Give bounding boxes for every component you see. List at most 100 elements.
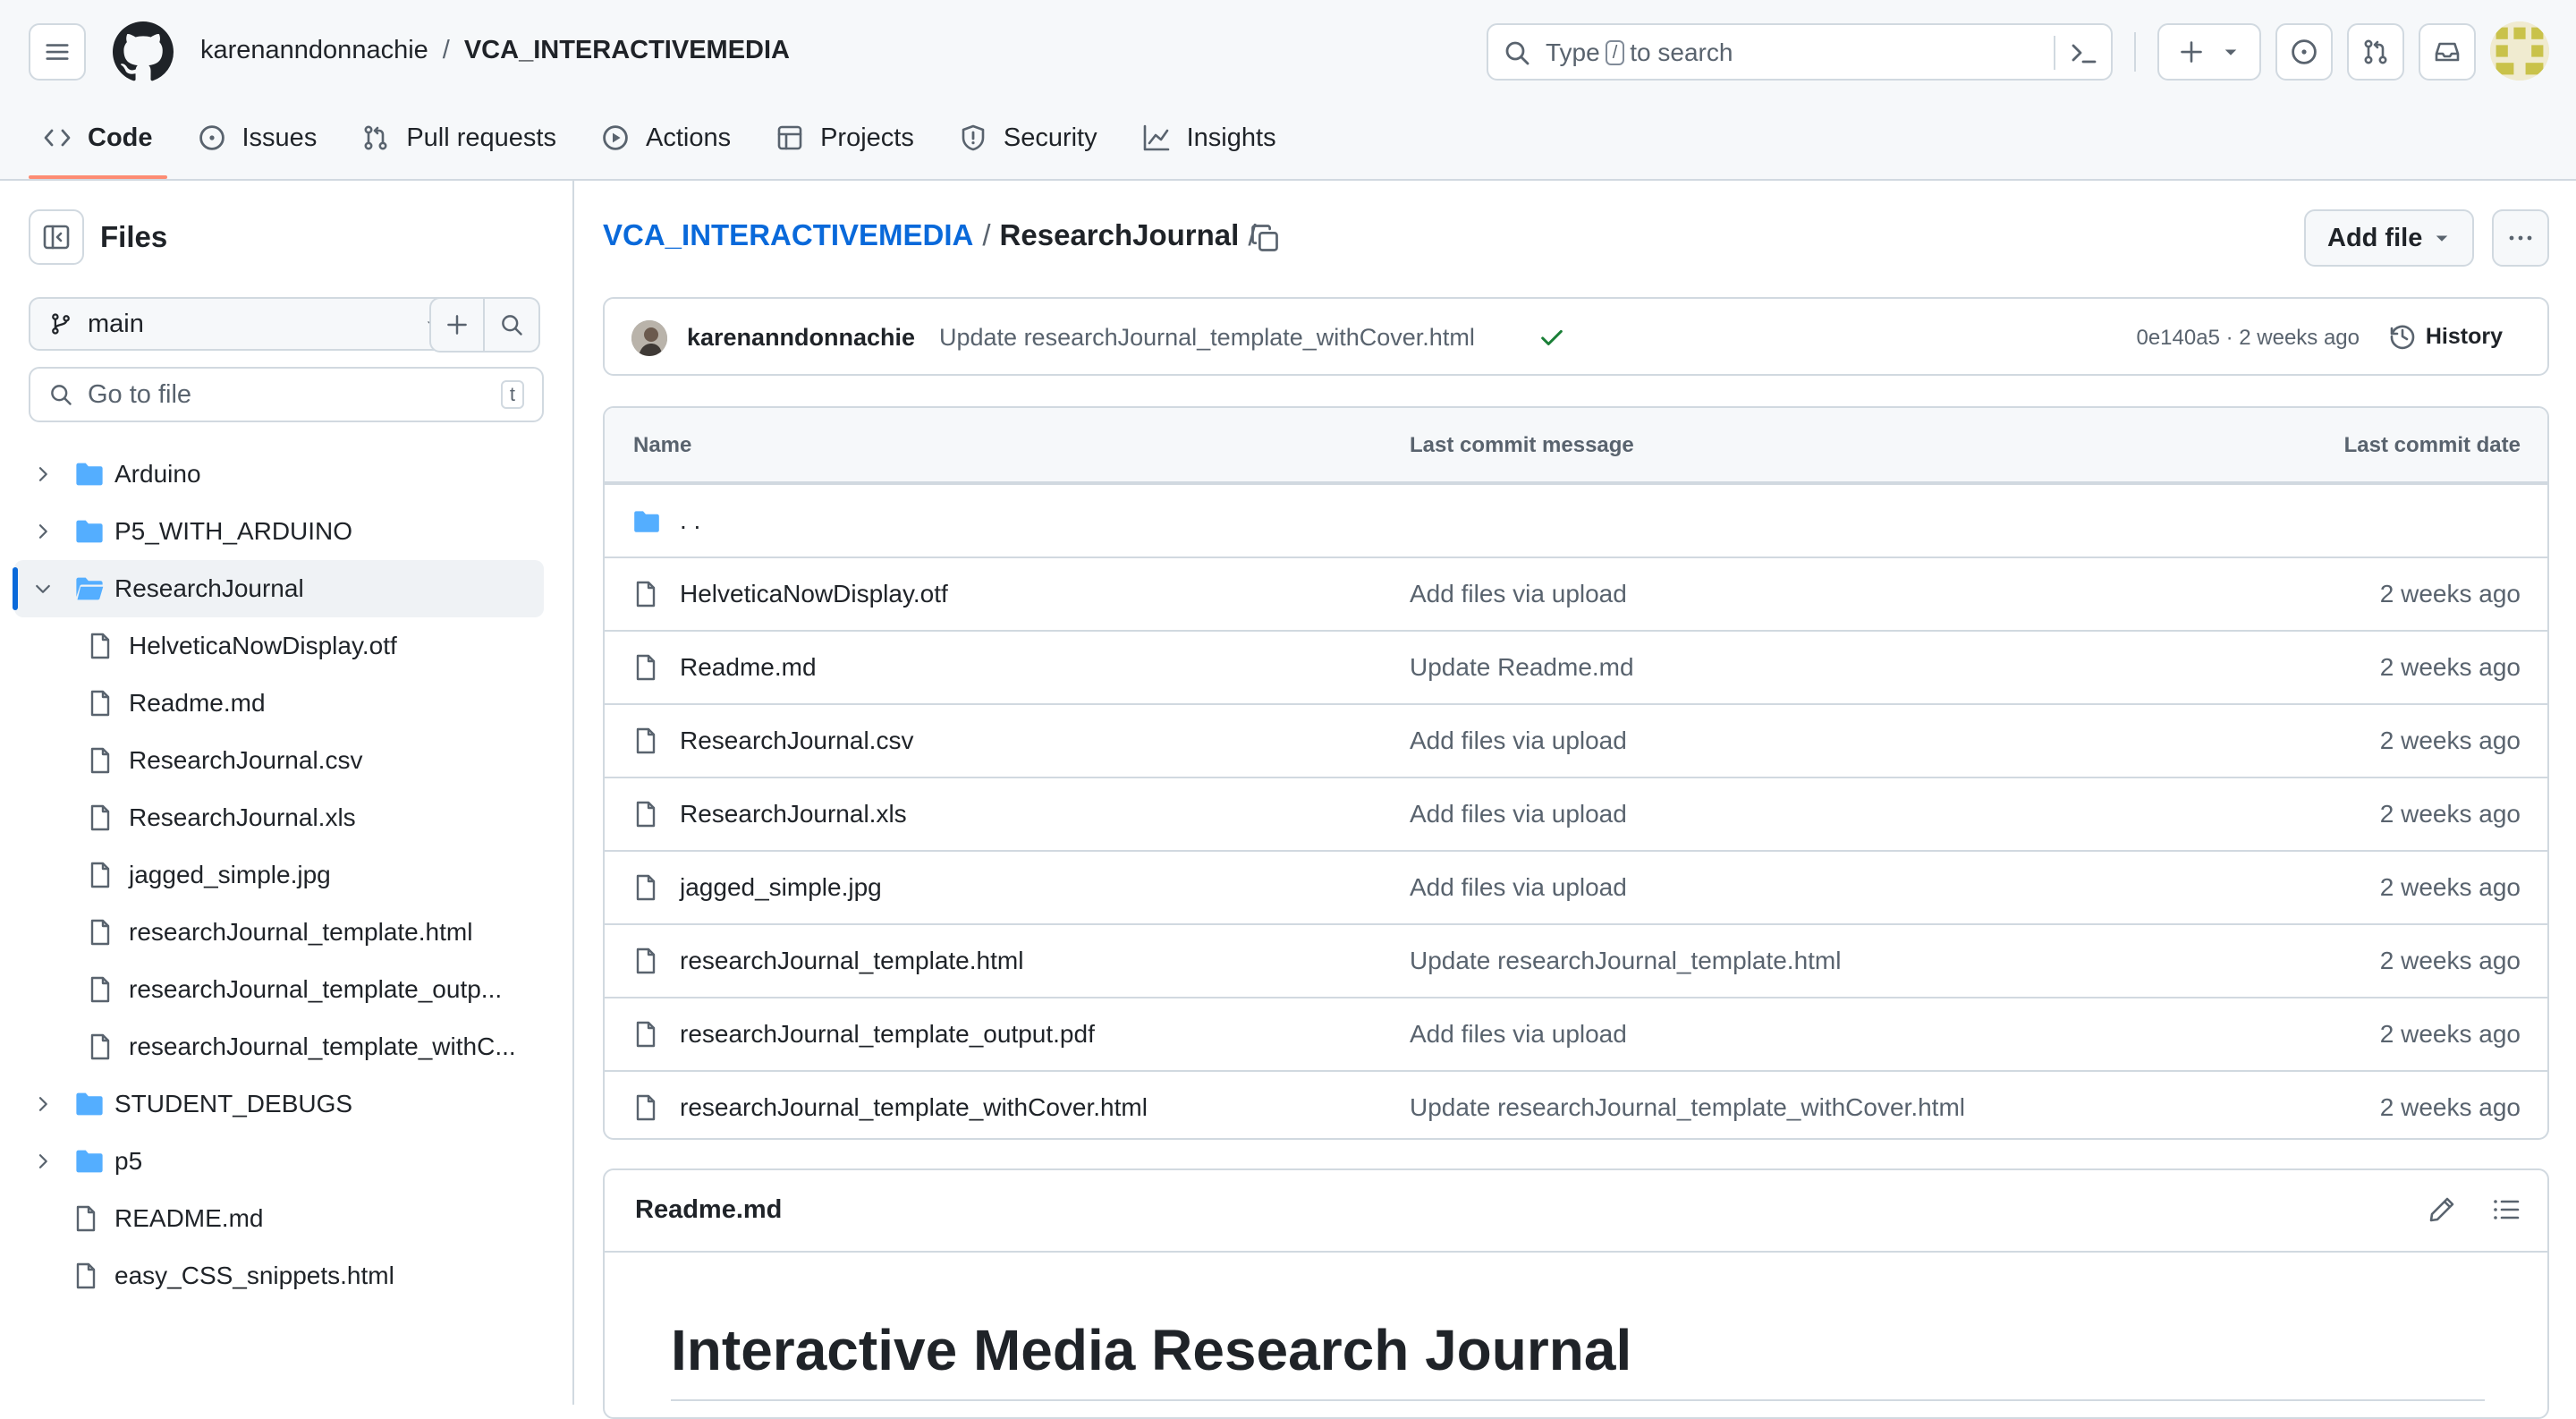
tree-item-p5-with-arduino[interactable]: P5_WITH_ARDUINO (14, 503, 544, 560)
chevron-down-icon[interactable] (32, 578, 54, 599)
tab-security[interactable]: Security (945, 111, 1112, 165)
readme-filename[interactable]: Readme.md (635, 1195, 782, 1225)
search-input[interactable]: Type / to search (1487, 23, 2113, 81)
file-icon (636, 654, 656, 681)
commit-author-avatar[interactable] (631, 320, 667, 356)
path-breadcrumb: VCA_INTERACTIVEMEDIA / ResearchJournal / (603, 218, 1266, 252)
branch-selector[interactable]: main (29, 297, 462, 351)
table-row[interactable]: ResearchJournal.xls Add files via upload… (605, 777, 2547, 850)
tab-label: Issues (242, 123, 318, 152)
tab-label: Projects (820, 123, 914, 152)
file-tree: Arduino P5_WITH_ARDUINO ResearchJournal … (13, 446, 544, 1304)
issue-icon (199, 125, 225, 150)
file-commit-message[interactable]: Add files via upload (1410, 1020, 1627, 1049)
file-name-link[interactable]: jagged_simple.jpg (680, 873, 882, 902)
tree-item-file[interactable]: jagged_simple.jpg (14, 846, 544, 904)
plus-icon (2181, 41, 2202, 63)
list-unordered-icon[interactable] (2492, 1195, 2521, 1224)
tab-pull-requests[interactable]: Pull requests (347, 111, 571, 165)
inbox-button[interactable] (2419, 23, 2476, 81)
pencil-icon[interactable] (2428, 1195, 2456, 1224)
tab-label: Actions (645, 123, 732, 152)
table-row[interactable]: researchJournal_template.html Update res… (605, 923, 2547, 997)
search-files-button[interactable] (485, 297, 540, 353)
copy-path-icon[interactable] (1249, 222, 1281, 254)
your-pull-requests-button[interactable] (2347, 23, 2404, 81)
tab-issues[interactable]: Issues (183, 111, 332, 165)
tree-item-file[interactable]: ResearchJournal.xls (14, 789, 544, 846)
file-name-link[interactable]: researchJournal_template_output.pdf (680, 1020, 1095, 1049)
file-commit-message[interactable]: Update researchJournal_template.html (1410, 947, 1841, 975)
file-commit-message[interactable]: Update Readme.md (1410, 653, 1634, 682)
command-palette-icon[interactable] (2070, 39, 2098, 68)
add-file-sidebar-button[interactable] (429, 297, 485, 353)
go-to-file-input[interactable]: Go to file t (29, 367, 544, 422)
chevron-right-icon[interactable] (32, 463, 54, 485)
file-name-link[interactable]: Readme.md (680, 653, 817, 682)
table-row[interactable]: jagged_simple.jpg Add files via upload 2… (605, 850, 2547, 923)
tree-item-file[interactable]: easy_CSS_snippets.html (14, 1247, 544, 1304)
file-commit-message[interactable]: Add files via upload (1410, 873, 1627, 902)
file-icon (76, 1262, 96, 1289)
tree-item-file[interactable]: researchJournal_template_outp... (14, 961, 544, 1018)
breadcrumb-repo-link[interactable]: VCA_INTERACTIVEMEDIA (603, 218, 973, 252)
more-options-button[interactable] (2492, 209, 2549, 267)
collapse-sidebar-button[interactable] (29, 209, 84, 265)
tree-item-file[interactable]: README.md (14, 1190, 544, 1247)
table-row[interactable]: HelveticaNowDisplay.otf Add files via up… (605, 557, 2547, 630)
create-new-button[interactable] (2157, 23, 2261, 81)
menu-button[interactable] (29, 23, 86, 81)
commit-meta[interactable]: 0e140a5 · 2 weeks ago (2136, 326, 2360, 351)
tree-item-researchjournal[interactable]: ResearchJournal (13, 560, 544, 617)
file-icon (636, 874, 656, 901)
tree-item-file[interactable]: researchJournal_template_withC... (14, 1018, 544, 1075)
branch-name: main (88, 309, 144, 338)
file-name-link[interactable]: ResearchJournal.xls (680, 800, 907, 828)
history-button[interactable]: History (2388, 322, 2503, 351)
tree-item-label: researchJournal_template_outp... (129, 975, 503, 1003)
tree-item-file[interactable]: HelveticaNowDisplay.otf (14, 617, 544, 675)
tree-item-label: STUDENT_DEBUGS (114, 1090, 353, 1117)
github-logo-icon[interactable] (113, 21, 174, 82)
tree-item-p5[interactable]: p5 (14, 1133, 544, 1190)
tree-item-file[interactable]: researchJournal_template.html (14, 904, 544, 961)
file-commit-message[interactable]: Add files via upload (1410, 800, 1627, 828)
check-icon[interactable] (1538, 324, 1565, 351)
tree-item-label: p5 (114, 1147, 143, 1175)
add-file-button[interactable]: Add file (2304, 209, 2474, 267)
tree-item-file[interactable]: ResearchJournal.csv (14, 732, 544, 789)
commit-author[interactable]: karenanndonnachie (687, 324, 915, 352)
chevron-right-icon[interactable] (32, 521, 54, 542)
tab-code[interactable]: Code (29, 111, 167, 179)
owner-link[interactable]: karenanndonnachie (200, 36, 428, 65)
parent-directory-row[interactable]: . . (605, 483, 2547, 557)
table-row[interactable]: researchJournal_template_output.pdf Add … (605, 997, 2547, 1070)
history-label: History (2425, 323, 2503, 349)
file-commit-message[interactable]: Update researchJournal_template_withCove… (1410, 1093, 1965, 1122)
file-icon (90, 804, 110, 831)
file-commit-message[interactable]: Add files via upload (1410, 580, 1627, 608)
tree-item-student-debugs[interactable]: STUDENT_DEBUGS (14, 1075, 544, 1133)
chevron-right-icon[interactable] (32, 1151, 54, 1172)
table-row[interactable]: Readme.md Update Readme.md 2 weeks ago (605, 630, 2547, 703)
parent-directory-link[interactable]: . . (680, 506, 700, 535)
tree-item-arduino[interactable]: Arduino (14, 446, 544, 503)
user-avatar[interactable] (2490, 21, 2549, 81)
repo-link[interactable]: VCA_INTERACTIVEMEDIA (464, 36, 790, 65)
commit-message[interactable]: Update researchJournal_template_withCove… (939, 324, 1475, 352)
file-name-link[interactable]: ResearchJournal.csv (680, 726, 913, 755)
tab-actions[interactable]: Actions (587, 111, 745, 165)
tab-projects[interactable]: Projects (761, 111, 928, 165)
file-name-link[interactable]: researchJournal_template_withCover.html (680, 1093, 1148, 1122)
tab-insights[interactable]: Insights (1128, 111, 1291, 165)
your-issues-button[interactable] (2275, 23, 2333, 81)
issue-opened-icon (2292, 39, 2317, 64)
chevron-right-icon[interactable] (32, 1093, 54, 1115)
file-commit-message[interactable]: Add files via upload (1410, 726, 1627, 755)
file-name-link[interactable]: researchJournal_template.html (680, 947, 1023, 975)
tree-item-file[interactable]: Readme.md (14, 675, 544, 732)
table-row[interactable]: ResearchJournal.csv Add files via upload… (605, 703, 2547, 777)
file-name-link[interactable]: HelveticaNowDisplay.otf (680, 580, 948, 608)
table-row[interactable]: researchJournal_template_withCover.html … (605, 1070, 2547, 1138)
folder-icon (76, 1092, 103, 1116)
